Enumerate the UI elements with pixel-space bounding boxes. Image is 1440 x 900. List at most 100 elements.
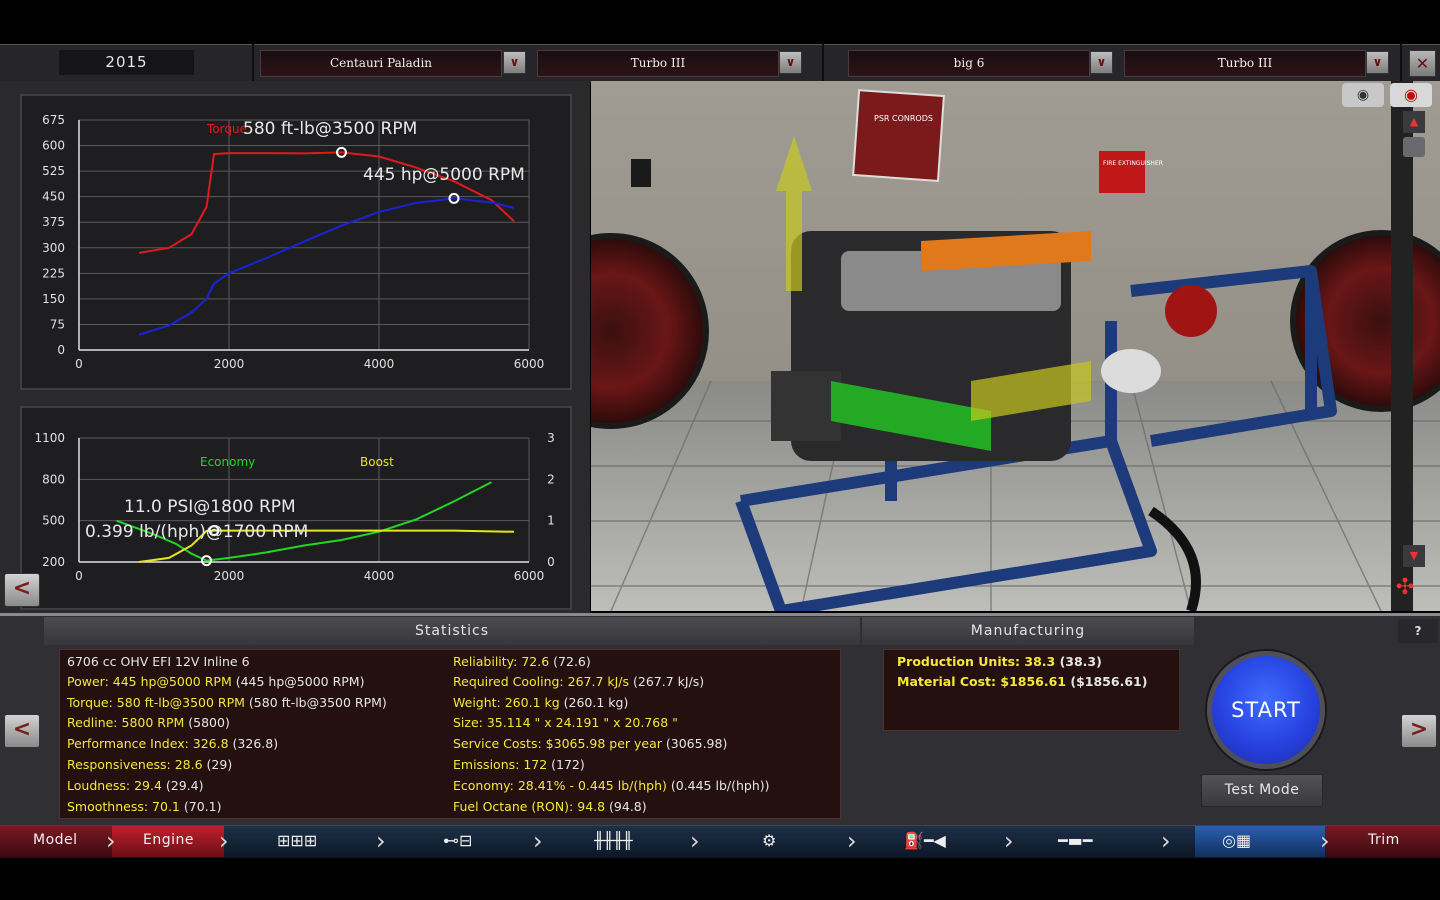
fuel-icon[interactable]: ⛽━◀ xyxy=(904,830,946,852)
y-tick-label: 200 xyxy=(42,555,65,569)
start-button[interactable]: START xyxy=(1207,651,1325,769)
stat-required-cooling: Required Cooling: 267.7 kJ/s xyxy=(453,674,630,689)
stat-torque-ref: (580 ft-lb@3500 RPM) xyxy=(244,695,387,710)
help-button[interactable]: ? xyxy=(1398,619,1438,643)
poster-title: PSR CONRODS xyxy=(874,114,933,123)
y-tick-label: 225 xyxy=(42,266,65,280)
power-torque-chart: 0 2000 4000 6000 675 600 525 450 375 300 225 150 75 0… xyxy=(20,94,572,390)
stat-torque: Torque: 580 ft-lb@3500 RPM xyxy=(67,695,245,710)
x-tick-label: 6000 xyxy=(514,569,545,583)
gauge-icon[interactable]: ◎▦ xyxy=(1222,830,1251,852)
trim-dropdown-button[interactable]: ∨ xyxy=(779,51,802,74)
chart-prev-button[interactable]: < xyxy=(4,573,40,607)
economy-best-annotation: 0.399 lb/(hph)@1700 RPM xyxy=(85,522,308,542)
production-units: Production Units: 38.3 xyxy=(897,654,1056,669)
stat-fuel-octane-ref: (94.8) xyxy=(605,799,647,814)
chevron-right-icon: › xyxy=(1004,827,1014,855)
block-icon[interactable]: ⊞⊞⊞ xyxy=(277,830,317,852)
stat-responsiveness: Responsiveness: 28.6 xyxy=(67,757,203,772)
scroll-down-icon[interactable]: ▼ xyxy=(1403,545,1425,567)
eye-icon[interactable]: ◉ xyxy=(1390,83,1432,107)
manufacturing-box: Production Units: 38.3 (38.3) Material C… xyxy=(883,649,1180,731)
y-tick-label: 500 xyxy=(42,514,65,528)
stat-service-costs: Service Costs: $3065.98 per year xyxy=(453,736,662,751)
y-tick-label: 1100 xyxy=(34,431,65,445)
model-dropdown-button[interactable]: ∨ xyxy=(503,51,526,74)
stat-performance-index-ref: (326.8) xyxy=(228,736,279,751)
engine-select[interactable]: big 6 xyxy=(848,50,1090,77)
close-button[interactable]: ✕ xyxy=(1409,50,1436,77)
y-tick-label: 450 xyxy=(42,190,65,204)
nav-trim-tab[interactable]: Trim xyxy=(1368,825,1400,857)
fire-sign-text: FIRE EXTINGUISHER xyxy=(1103,160,1163,167)
y-tick-label: 525 xyxy=(42,164,65,178)
x-tick-label: 4000 xyxy=(364,357,395,371)
statistics-header: Statistics xyxy=(44,617,860,645)
divider xyxy=(1400,44,1402,81)
scroll-thumb[interactable] xyxy=(1403,137,1425,157)
x-tick-label: 0 xyxy=(75,569,83,583)
torque-peak-annotation: 580 ft-lb@3500 RPM xyxy=(243,119,417,139)
crank-icon[interactable]: ⊷⊟ xyxy=(443,830,472,852)
boost-peak-annotation: 11.0 PSI@1800 RPM xyxy=(124,497,296,517)
camera-icon[interactable]: ◉ xyxy=(1342,83,1384,107)
reset-view-icon[interactable]: ✣ xyxy=(1385,573,1425,603)
material-cost: Material Cost: $1856.61 xyxy=(897,674,1067,689)
model-select[interactable]: Centauri Paladin xyxy=(260,50,502,77)
exhaust-icon[interactable]: ━▬━ xyxy=(1058,830,1092,852)
y-tick-label: 600 xyxy=(42,139,65,153)
stat-redline: Redline: 5800 RPM xyxy=(67,715,185,730)
stat-required-cooling-ref: (267.7 kJ/s) xyxy=(629,674,705,689)
manufacturing-header: Manufacturing xyxy=(862,617,1194,645)
engine-scene-illustration: PSR CONRODS FIRE EXTINGUISHER xyxy=(591,81,1440,611)
y2-tick-label: 2 xyxy=(547,472,555,486)
next-page-button[interactable]: > xyxy=(1401,714,1437,748)
engine-variant-select[interactable]: Turbo III xyxy=(1124,50,1366,77)
engine-viewport[interactable]: PSR CONRODS FIRE EXTINGUISHER ◉ ◉ ▲ ▼ ✣ xyxy=(591,81,1440,611)
turbo-icon[interactable]: ⚙ xyxy=(762,830,776,852)
engine-variant-dropdown-button[interactable]: ∨ xyxy=(1366,51,1389,74)
y2-tick-label: 0 xyxy=(547,555,555,569)
power-peak-annotation: 445 hp@5000 RPM xyxy=(363,165,525,185)
power-torque-svg: 0 2000 4000 6000 675 600 525 450 375 300 225 150 75 0… xyxy=(42,113,544,371)
chevron-right-icon: › xyxy=(219,827,229,855)
x-tick-label: 4000 xyxy=(364,569,395,583)
stat-service-costs-ref: (3065.98) xyxy=(661,736,728,751)
engine-dropdown-button[interactable]: ∨ xyxy=(1090,51,1113,74)
stat-smoothness-ref: (70.1) xyxy=(179,799,222,814)
year-field[interactable]: 2015 xyxy=(59,50,194,75)
boost-economy-chart: 0 2000 4000 6000 1100 800 500 200 3 2 1 0 Economy B… xyxy=(20,406,572,610)
statistics-box: 6706 cc OHV EFI 12V Inline 6 Power: 445 … xyxy=(59,649,841,819)
stat-loudness: Loudness: 29.4 xyxy=(67,778,162,793)
stat-emissions-ref: (172) xyxy=(547,757,585,772)
stat-emissions: Emissions: 172 xyxy=(453,757,548,772)
x-tick-label: 2000 xyxy=(214,569,245,583)
y-tick-label: 300 xyxy=(42,241,65,255)
boost-legend-label: Boost xyxy=(360,455,394,469)
nav-engine-tab[interactable]: Engine xyxy=(143,825,194,857)
heads-icon[interactable]: ╫╫╫╫ xyxy=(594,830,633,852)
economy-legend-label: Economy xyxy=(200,455,255,469)
chevron-right-icon: › xyxy=(1161,827,1171,855)
stat-performance-index: Performance Index: 326.8 xyxy=(67,736,229,751)
test-mode-button[interactable]: Test Mode xyxy=(1201,774,1323,807)
production-units-ref: (38.3) xyxy=(1055,654,1102,669)
scroll-up-icon[interactable]: ▲ xyxy=(1403,111,1425,133)
torque-legend-label: Torque xyxy=(206,122,247,136)
divider xyxy=(822,44,824,81)
y2-tick-label: 3 xyxy=(547,431,555,445)
prev-page-button[interactable]: < xyxy=(4,714,40,748)
stat-economy: Economy: 28.41% - 0.445 lb/(hph) xyxy=(453,778,667,793)
stat-weight: Weight: 260.1 kg xyxy=(453,695,560,710)
stat-redline-ref: (5800) xyxy=(184,715,230,730)
y-tick-label: 150 xyxy=(42,292,65,306)
chevron-right-icon: › xyxy=(533,827,543,855)
chevron-right-icon: › xyxy=(690,827,700,855)
nav-model-tab[interactable]: Model xyxy=(33,825,78,857)
stat-power-ref: (445 hp@5000 RPM) xyxy=(231,674,365,689)
trim-select[interactable]: Turbo III xyxy=(537,50,779,77)
y2-tick-label: 1 xyxy=(547,514,555,528)
stat-reliability: Reliability: 72.6 xyxy=(453,654,550,669)
chevron-right-icon: › xyxy=(106,827,116,855)
stat-weight-ref: (260.1 kg) xyxy=(559,695,629,710)
